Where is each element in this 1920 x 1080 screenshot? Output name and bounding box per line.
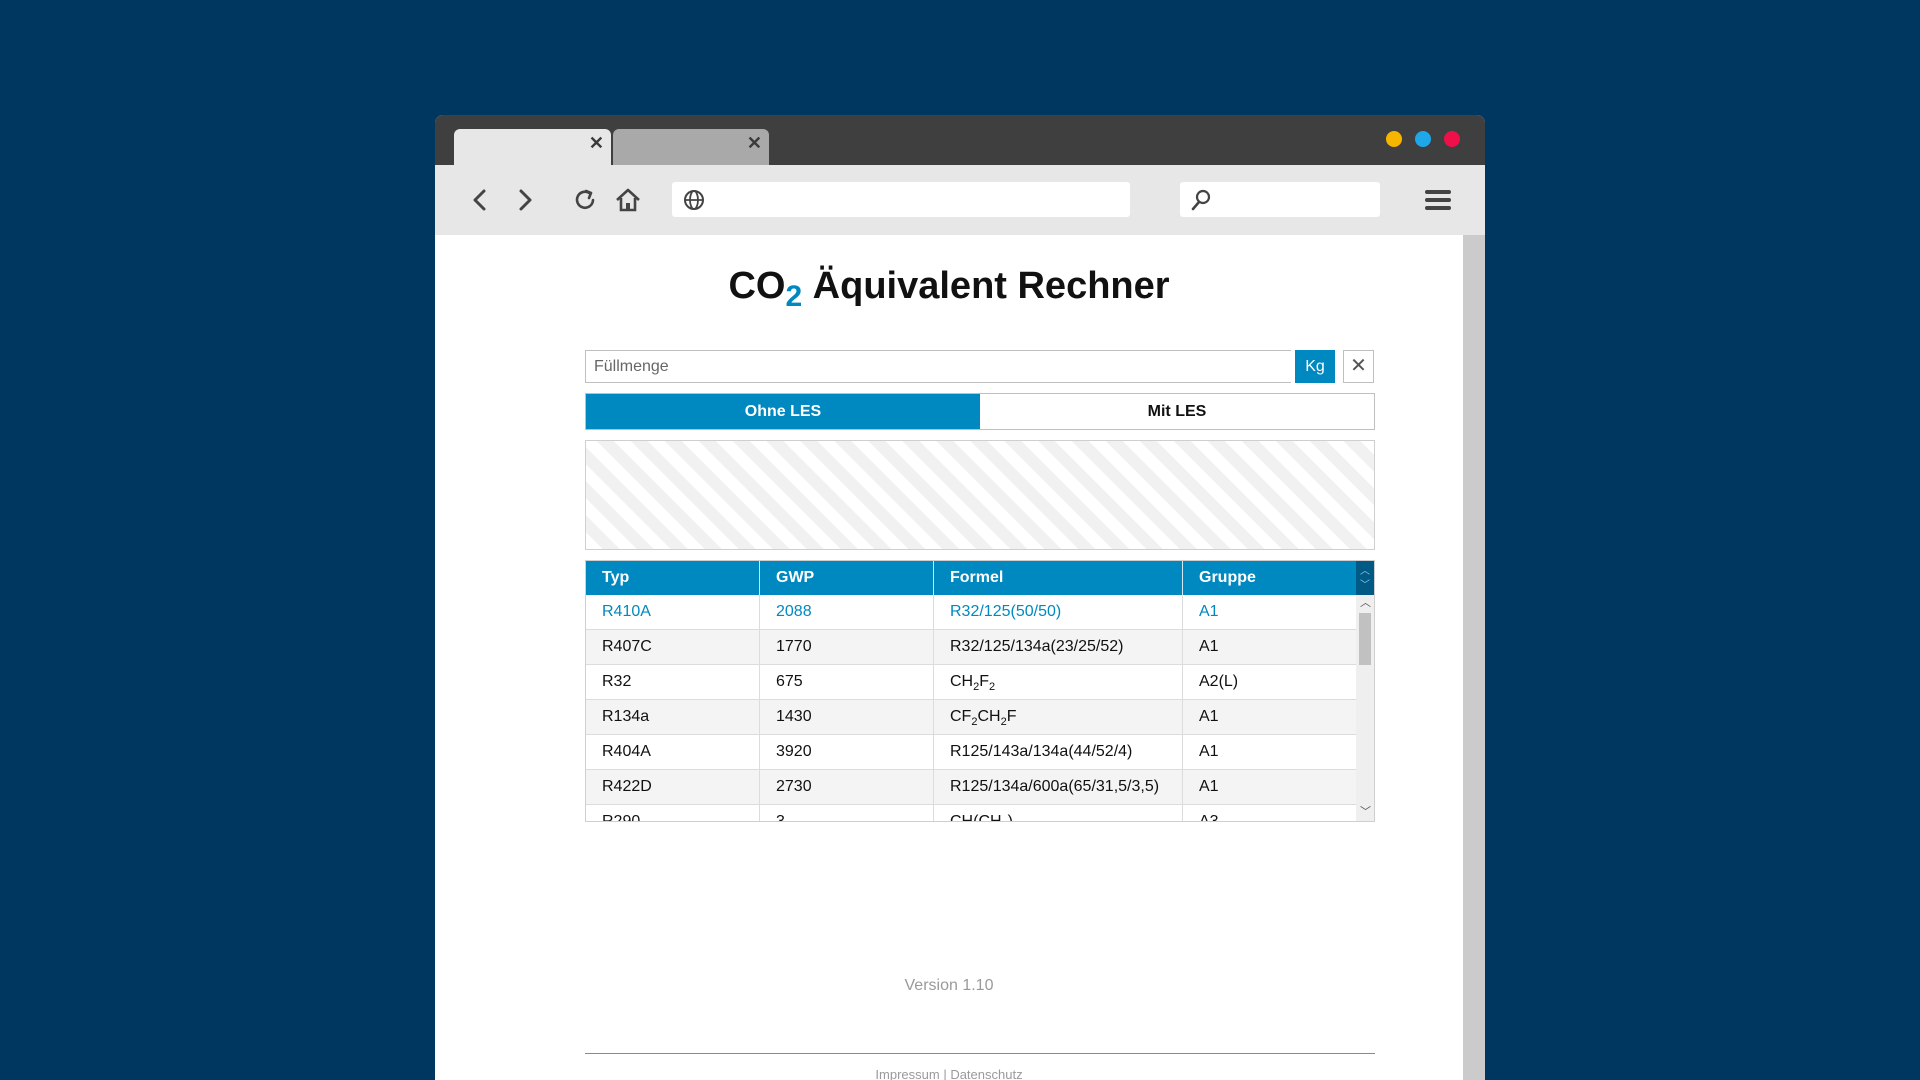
globe-icon bbox=[682, 188, 706, 212]
table-row[interactable]: R404A 3920 R125/143a/134a(44/52/4) A1 bbox=[586, 735, 1356, 770]
minimize-button[interactable] bbox=[1386, 131, 1402, 147]
cell-typ: R32 bbox=[586, 665, 760, 699]
table-row[interactable]: R422D 2730 R125/134a/600a(65/31,5/3,5) A1 bbox=[586, 770, 1356, 805]
chevron-down-icon[interactable]: ﹀ bbox=[1360, 581, 1370, 591]
back-arrow-icon[interactable] bbox=[465, 185, 495, 215]
cell-gwp: 2088 bbox=[760, 595, 934, 629]
cell-typ: R407C bbox=[586, 630, 760, 664]
column-header-gwp[interactable]: GWP bbox=[760, 561, 934, 595]
table-row[interactable]: R2903CH(CH3) A3 bbox=[586, 805, 1356, 822]
cell-gruppe: A2(L) bbox=[1199, 673, 1239, 690]
cell-typ: R404A bbox=[586, 735, 760, 769]
table-body: R410A 2088 R32/125(50/50) A1 R407C 1770 R32/12… bbox=[586, 595, 1356, 822]
cell-formel: R32/125/134a(23/25/52) bbox=[934, 630, 1183, 664]
cell-typ: R410A bbox=[586, 595, 760, 629]
clear-icon[interactable]: ✕ bbox=[1343, 350, 1374, 383]
cell-formel: R125/134a/600a(65/31,5/3,5) bbox=[934, 770, 1183, 804]
title-subscript: 2 bbox=[785, 280, 803, 313]
refrigerant-table: Typ GWP Formel Gruppe ︿ ﹀ R410A 2088 R32/1… bbox=[585, 560, 1375, 822]
page-content: CO2 Äquivalent Rechner Kg ✕ Ohne LES Mit… bbox=[435, 235, 1463, 1080]
version-label: Version 1.10 bbox=[904, 977, 994, 994]
cell-gwp: 3 bbox=[760, 805, 934, 821]
column-header-gruppe[interactable]: Gruppe bbox=[1183, 561, 1356, 595]
browser-tab-active[interactable]: ✕ bbox=[454, 129, 611, 165]
cell-formel: R125/143a/134a(44/52/4) bbox=[934, 735, 1183, 769]
page-title: CO2 Äquivalent Rechner bbox=[435, 265, 1463, 314]
result-area bbox=[585, 440, 1375, 550]
cell-gwp: 1430 bbox=[760, 700, 934, 734]
scroll-up-icon[interactable]: ︿ bbox=[1360, 598, 1371, 609]
tab-strip: ✕ ✕ bbox=[435, 115, 1485, 165]
cell-gwp: 1770 bbox=[760, 630, 934, 664]
footer-separator: | bbox=[939, 1067, 951, 1080]
chevron-up-icon[interactable]: ︿ bbox=[1360, 567, 1370, 577]
table-scrollbar[interactable]: ︿ ﹀ bbox=[1356, 595, 1374, 821]
forward-arrow-icon[interactable] bbox=[510, 185, 540, 215]
search-icon bbox=[1189, 188, 1213, 212]
title-suffix: Äquivalent Rechner bbox=[802, 265, 1170, 307]
table-row[interactable]: R410A 2088 R32/125(50/50) A1 bbox=[586, 595, 1356, 630]
cell-gwp: 3920 bbox=[760, 735, 934, 769]
cell-gruppe: A1 bbox=[1199, 603, 1219, 620]
footer: Impressum | Datenschutz bbox=[435, 1067, 1463, 1080]
reload-icon[interactable] bbox=[570, 185, 600, 215]
page-scrollbar[interactable] bbox=[1463, 235, 1485, 1080]
table-header: Typ GWP Formel Gruppe bbox=[586, 561, 1356, 595]
scroll-down-icon[interactable]: ﹀ bbox=[1360, 807, 1371, 818]
cell-formel: CH2F2 bbox=[934, 665, 1183, 699]
table-row[interactable]: R407C 1770 R32/125/134a(23/25/52) A1 bbox=[586, 630, 1356, 665]
maximize-button[interactable] bbox=[1415, 131, 1431, 147]
mode-toggle: Ohne LES Mit LES bbox=[585, 393, 1375, 430]
mode-ohne-les[interactable]: Ohne LES bbox=[586, 394, 980, 429]
title-prefix: CO bbox=[728, 265, 786, 307]
cell-gruppe: A3 bbox=[1199, 813, 1219, 822]
cell-gruppe: A1 bbox=[1199, 638, 1219, 655]
cell-typ: R422D bbox=[586, 770, 760, 804]
datenschutz-link[interactable]: Datenschutz bbox=[950, 1067, 1022, 1080]
tab-close-icon[interactable]: ✕ bbox=[747, 134, 762, 152]
browser-search-bar[interactable] bbox=[1180, 182, 1380, 217]
cell-formel: CH(CH3) bbox=[934, 805, 1183, 821]
table-row[interactable]: R134a 1430 CF2CH2F A1 bbox=[586, 700, 1356, 735]
window-close-button[interactable] bbox=[1444, 131, 1460, 147]
mode-mit-les[interactable]: Mit LES bbox=[980, 394, 1374, 429]
cell-formel: CF2CH2F bbox=[934, 700, 1183, 734]
browser-tab-inactive[interactable]: ✕ bbox=[613, 129, 769, 165]
cell-gruppe: A1 bbox=[1199, 778, 1219, 795]
cell-typ: R290 bbox=[586, 805, 760, 821]
cell-typ: R134a bbox=[586, 700, 760, 734]
fill-amount-input[interactable] bbox=[585, 350, 1291, 383]
header-scroll-control[interactable]: ︿ ﹀ bbox=[1356, 561, 1374, 595]
column-header-formel[interactable]: Formel bbox=[934, 561, 1183, 595]
unit-button[interactable]: Kg bbox=[1295, 350, 1335, 383]
cell-formel: R32/125(50/50) bbox=[934, 595, 1183, 629]
cell-gwp: 675 bbox=[760, 665, 934, 699]
browser-window: ✕ ✕ CO2 Äquivalent Rechner Füllmenge Kg … bbox=[435, 115, 1485, 1080]
home-icon[interactable] bbox=[613, 185, 643, 215]
tab-close-icon[interactable]: ✕ bbox=[589, 134, 604, 152]
browser-toolbar bbox=[435, 165, 1485, 235]
scroll-thumb[interactable] bbox=[1359, 613, 1371, 665]
table-row[interactable]: R32 675 CH2F2 A2(L) bbox=[586, 665, 1356, 700]
address-bar[interactable] bbox=[672, 182, 1130, 217]
column-header-typ[interactable]: Typ bbox=[586, 561, 760, 595]
impressum-link[interactable]: Impressum bbox=[875, 1067, 939, 1080]
footer-divider bbox=[585, 1053, 1375, 1054]
cell-gruppe: A1 bbox=[1199, 743, 1219, 760]
cell-gruppe: A1 bbox=[1199, 708, 1219, 725]
hamburger-menu-icon[interactable] bbox=[1423, 185, 1453, 215]
cell-gwp: 2730 bbox=[760, 770, 934, 804]
